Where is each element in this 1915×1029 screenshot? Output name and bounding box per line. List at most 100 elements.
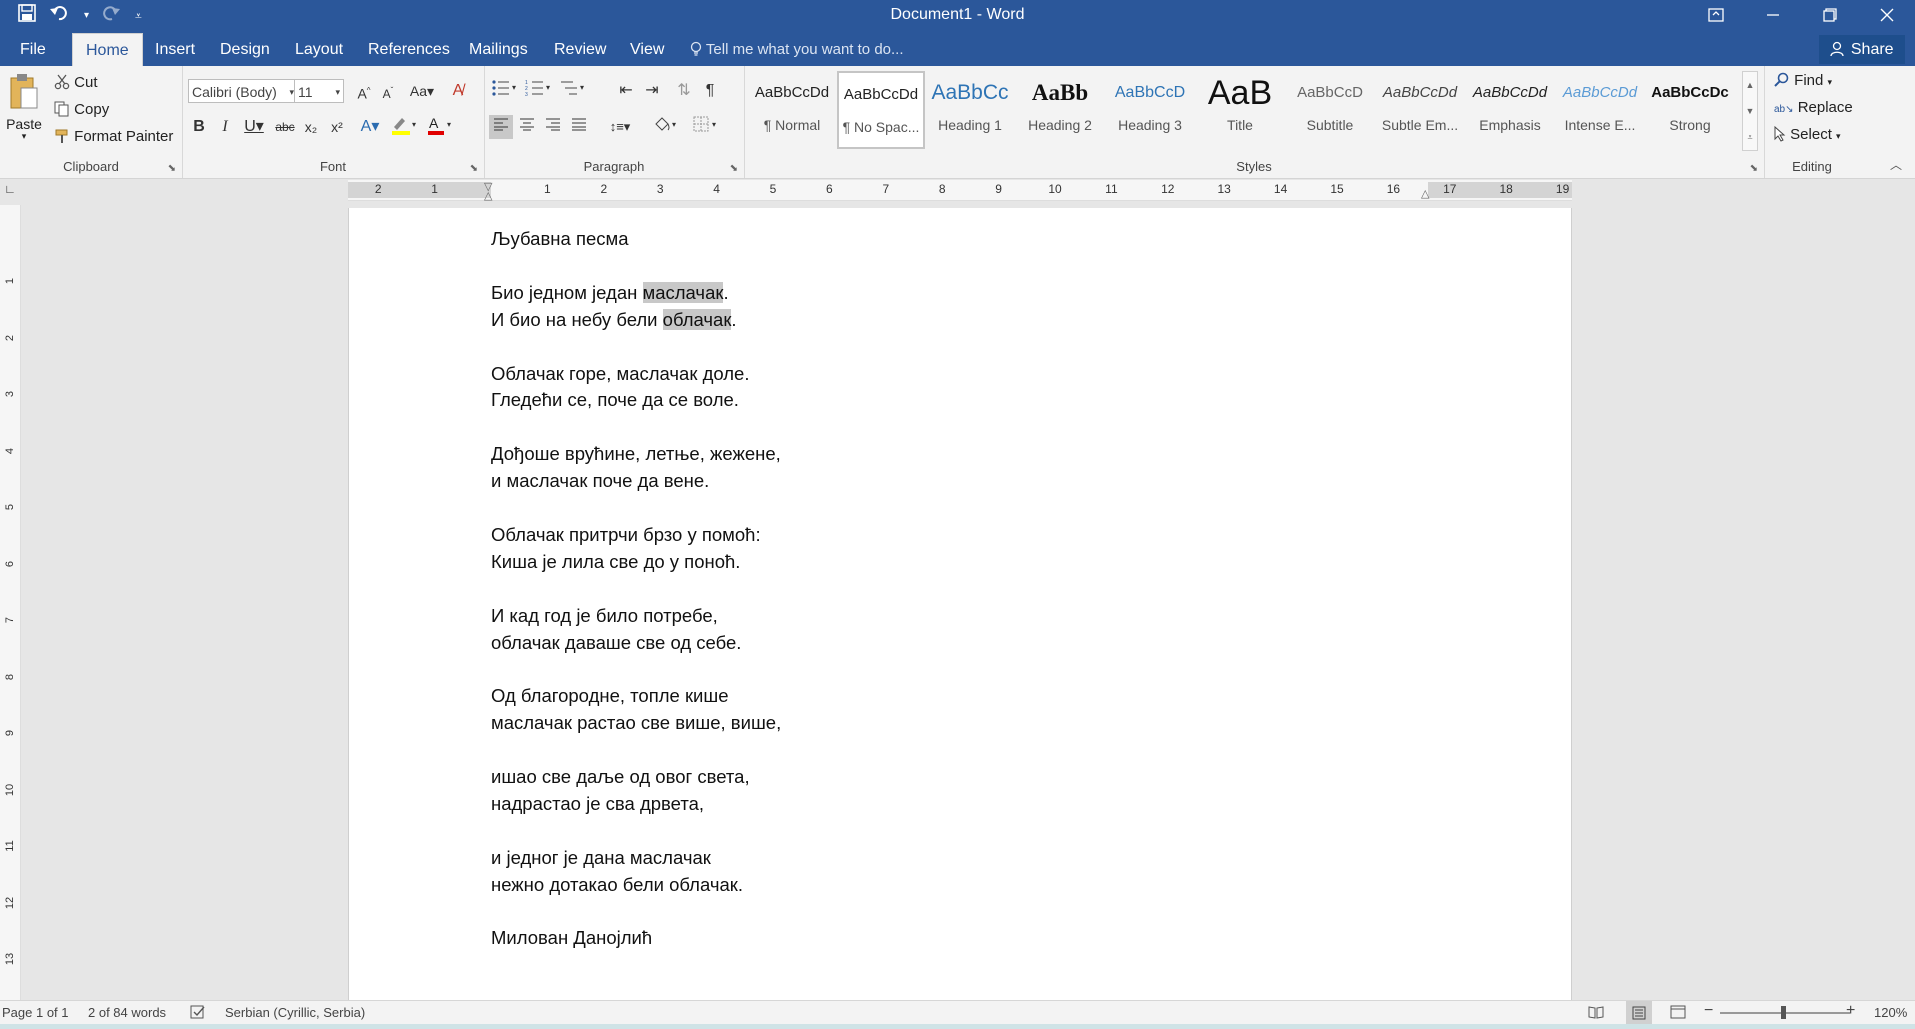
document-line[interactable]: И кад год је било потребе, [491,605,718,627]
document-line[interactable]: ишао све даље од овог света, [491,766,750,788]
replace-button[interactable]: ab↘ Replace [1774,99,1853,116]
restore-icon[interactable] [1801,0,1858,30]
document-line[interactable]: Гледећи се, поче да се воле. [491,389,739,411]
style-subtle-emphasis[interactable]: AaBbCcDd Subtle Em... [1376,71,1464,149]
paste-button[interactable]: Paste ▾ [6,72,42,141]
styles-launcher-icon[interactable]: ⬊ [1750,163,1758,174]
shrink-font-icon[interactable]: Aˇ [376,79,400,103]
styles-gallery-scroll[interactable]: ▲ ▼ ⩡ [1742,71,1758,151]
change-case-icon[interactable]: Aa▾ [406,79,438,103]
tab-selector-icon[interactable]: ∟ [2,182,18,198]
style-title[interactable]: AaB Title [1196,71,1284,149]
tab-design[interactable]: Design [220,33,270,66]
document-line[interactable]: Милован Данојлић [491,927,652,949]
selected-text[interactable]: маслачак [642,281,724,303]
document-line[interactable]: и маслачак поче да вене. [491,470,709,492]
subscript-icon[interactable]: x₂ [299,115,323,139]
underline-icon[interactable]: U▾ [239,115,269,139]
tab-references[interactable]: References [368,33,450,66]
style-emphasis[interactable]: AaBbCcDd Emphasis [1466,71,1554,149]
document-line[interactable]: Киша је лила све до у поноћ. [491,551,740,573]
decrease-indent-icon[interactable]: ⇤ [614,79,638,103]
style-intense-emphasis[interactable]: AaBbCcDd Intense E... [1556,71,1644,149]
hanging-indent-marker[interactable]: △ [484,189,492,202]
document-line[interactable]: Облачак горе, маслачак доле. [491,363,749,385]
multilevel-list-icon[interactable]: ▾ [558,79,588,103]
sort-icon[interactable]: ⇅ [672,79,696,103]
share-button[interactable]: Share [1819,35,1905,64]
bold-icon[interactable]: B [187,115,211,139]
style-heading-2[interactable]: AaBb Heading 2 [1016,71,1104,149]
document-line[interactable]: и једног је дана маслачак [491,847,711,869]
web-layout-icon[interactable] [1670,1005,1686,1022]
document-page[interactable]: Љубавна песма Био једном један маслачак. И… [348,208,1572,1000]
document-line[interactable]: маслачак растао све више, више, [491,712,781,734]
collapse-ribbon-icon[interactable]: ︿ [1890,156,1902,173]
align-left-icon[interactable] [489,115,513,139]
tab-file[interactable]: File [20,33,46,66]
document-line[interactable]: Био једном један маслачак. [491,281,729,304]
word-count[interactable]: 2 of 84 words [88,1005,166,1020]
bullets-icon[interactable]: ▾ [490,79,520,103]
borders-icon[interactable]: ▾ [690,115,722,139]
document-line[interactable]: Љубавна песма [491,228,629,250]
superscript-icon[interactable]: x² [325,115,349,139]
tab-home[interactable]: Home [72,33,143,67]
document-line[interactable]: Дођоше врућине, летње, жежене, [491,443,781,465]
zoom-slider-thumb[interactable] [1781,1006,1786,1019]
align-right-icon[interactable] [541,115,565,139]
numbering-icon[interactable]: 1 2 3 ▾ [524,79,554,103]
tab-mailings[interactable]: Mailings [469,33,528,66]
tell-me-box[interactable]: Tell me what you want to do... [690,33,904,66]
document-line[interactable]: облачак даваше све од себе. [491,632,741,654]
grow-font-icon[interactable]: A^ [352,79,376,103]
increase-indent-icon[interactable]: ⇥ [640,79,664,103]
minimize-icon[interactable] [1744,0,1801,30]
find-button[interactable]: Find ▾ [1774,72,1832,89]
select-button[interactable]: Select ▾ [1774,125,1841,143]
format-painter-button[interactable]: Format Painter [54,128,173,145]
vertical-ruler[interactable]: 1 2 3 4 5 6 7 8 9 10 11 12 13 [0,205,21,1000]
clear-formatting-icon[interactable]: A̸ [446,79,470,103]
justify-icon[interactable] [567,115,591,139]
paste-dropdown-icon[interactable]: ▾ [6,132,42,141]
cut-button[interactable]: Cut [54,74,98,91]
clipboard-launcher-icon[interactable]: ⬊ [168,163,176,174]
font-launcher-icon[interactable]: ⬊ [470,163,478,174]
right-indent-marker[interactable]: △ [1421,187,1429,200]
tab-insert[interactable]: Insert [155,33,195,66]
font-family-combobox[interactable]: Calibri (Body) ▾ [188,79,298,103]
italic-icon[interactable]: I [213,115,237,139]
font-size-combobox[interactable]: 11 ▾ [294,79,344,103]
style-subtitle[interactable]: AaBbCcD Subtitle [1286,71,1374,149]
print-layout-icon[interactable] [1626,1001,1652,1025]
selected-text[interactable]: облачак [662,308,732,330]
zoom-out-icon[interactable]: − [1704,1002,1713,1020]
align-center-icon[interactable] [515,115,539,139]
style-no-spacing[interactable]: AaBbCcDd ¶ No Spac... [837,71,925,149]
style-strong[interactable]: AaBbCcDc Strong [1646,71,1734,149]
document-line[interactable]: Од благородне, топле кише [491,685,729,707]
tab-layout[interactable]: Layout [295,33,343,66]
style-heading-3[interactable]: AaBbCcD Heading 3 [1106,71,1194,149]
ribbon-display-options-icon[interactable] [1687,0,1744,30]
close-icon[interactable] [1858,0,1915,30]
font-color-icon[interactable]: A ▾ [424,115,456,139]
paragraph-launcher-icon[interactable]: ⬊ [730,163,738,174]
show-formatting-marks-icon[interactable]: ¶ [698,79,722,103]
line-spacing-icon[interactable]: ↕≡▾ [604,115,636,139]
copy-button[interactable]: Copy [54,101,109,118]
style-heading-1[interactable]: AaBbCc Heading 1 [926,71,1014,149]
chevron-down-icon[interactable]: ▼ [1743,98,1757,124]
proofing-icon[interactable] [190,1005,206,1022]
document-line[interactable]: Облачак притрчи брзо у помоћ: [491,524,761,546]
language-indicator[interactable]: Serbian (Cyrillic, Serbia) [225,1005,365,1020]
tab-review[interactable]: Review [554,33,606,66]
tab-view[interactable]: View [630,33,664,66]
highlight-color-icon[interactable]: ▾ [388,115,420,139]
text-effects-icon[interactable]: A▾ [355,115,385,139]
horizontal-ruler[interactable]: ▽ △ △ 2 1 1 2 3 4 5 6 7 8 9 10 11 12 13 14 15 16 17 18 19 [348,180,1572,202]
page-count[interactable]: Page 1 of 1 [2,1005,69,1020]
document-line[interactable]: надрастао је сва дрвета, [491,793,704,815]
chevron-up-icon[interactable]: ▲ [1743,72,1757,98]
